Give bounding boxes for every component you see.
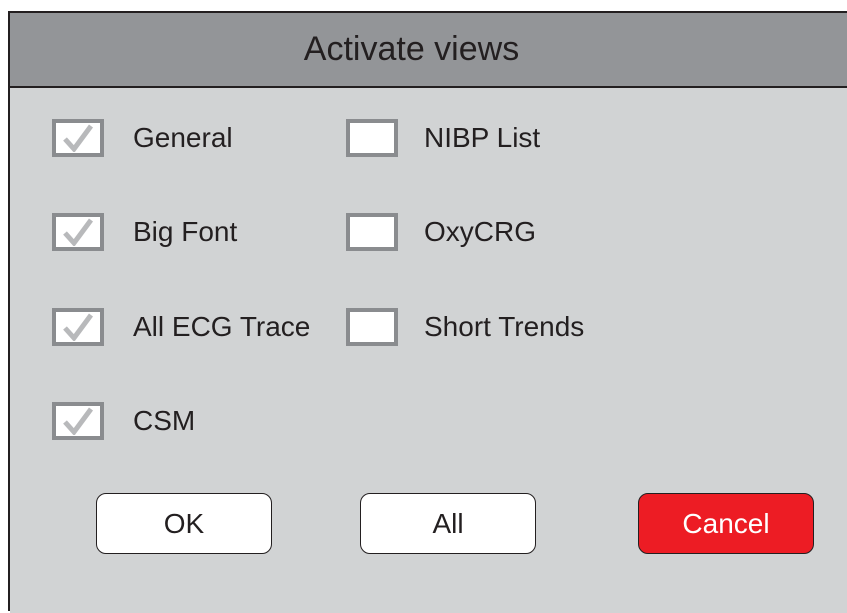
checkbox-big-font[interactable]: [52, 213, 104, 251]
checkbox-csm[interactable]: [52, 402, 104, 440]
view-option-nibp-list[interactable]: NIBP List: [346, 119, 540, 157]
checkbox-oxycrg[interactable]: [346, 213, 398, 251]
checkbox-short-trends[interactable]: [346, 308, 398, 346]
view-option-general[interactable]: General: [52, 119, 233, 157]
activate-views-dialog: Activate views General Big Font All ECG …: [8, 11, 847, 613]
view-label-csm: CSM: [133, 405, 196, 436]
ok-button[interactable]: OK: [96, 493, 272, 554]
view-option-csm[interactable]: CSM: [52, 402, 195, 440]
dialog-title: Activate views: [303, 30, 520, 68]
view-label-all-ecg-trace: All ECG Trace: [133, 311, 311, 342]
view-label-short-trends: Short Trends: [424, 311, 585, 342]
view-option-big-font[interactable]: Big Font: [52, 213, 237, 251]
view-label-general: General: [133, 122, 233, 153]
check-icon: [63, 218, 94, 246]
view-label-nibp-list: NIBP List: [424, 122, 541, 153]
check-icon: [63, 313, 94, 341]
title-bar: Activate views: [10, 13, 847, 86]
view-label-oxycrg: OxyCRG: [424, 216, 536, 247]
checkbox-all-ecg-trace[interactable]: [52, 308, 104, 346]
view-option-short-trends[interactable]: Short Trends: [346, 308, 584, 346]
view-option-oxycrg[interactable]: OxyCRG: [346, 213, 536, 251]
check-icon: [63, 407, 94, 435]
checkbox-general[interactable]: [52, 119, 104, 157]
cancel-button[interactable]: Cancel: [638, 493, 814, 554]
all-button[interactable]: All: [360, 493, 536, 554]
view-option-all-ecg-trace[interactable]: All ECG Trace: [52, 308, 310, 346]
view-label-big-font: Big Font: [133, 216, 238, 247]
check-icon: [63, 124, 94, 152]
checkbox-nibp-list[interactable]: [346, 119, 398, 157]
